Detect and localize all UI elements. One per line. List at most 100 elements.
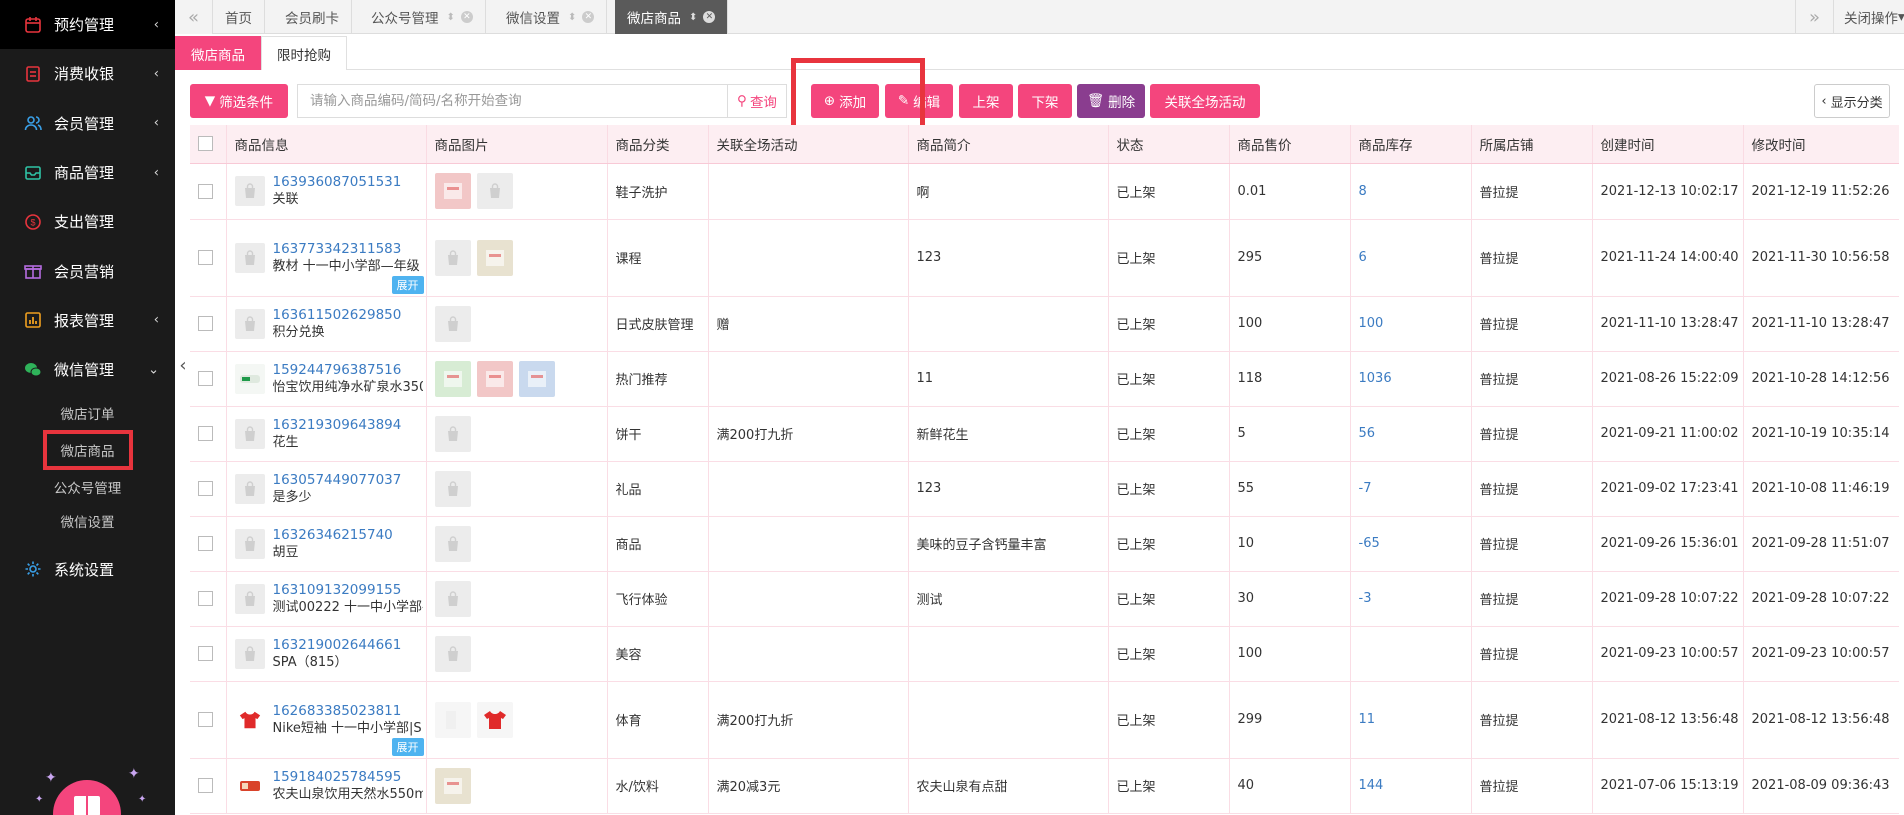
edit-button[interactable]: ✎ 编辑 — [885, 84, 953, 118]
stock-link[interactable]: -65 — [1359, 536, 1380, 551]
search-input[interactable] — [297, 84, 727, 118]
product-code-link[interactable]: 162683385023811 — [273, 703, 423, 720]
table-row[interactable]: 163611502629850 积分兑换 日式皮肤管理赠已上架 100 100 普拉提 20… — [190, 296, 1899, 352]
tab-shop-products[interactable]: 微店商品 ⬍ ✕ — [615, 0, 729, 34]
product-code-link[interactable]: 163611502629850 — [273, 307, 423, 324]
product-code-link[interactable]: 163057449077037 — [273, 472, 423, 489]
product-image-placeholder-icon[interactable] — [476, 173, 513, 209]
tab-home[interactable]: 首页 — [213, 0, 265, 34]
product-code-link[interactable]: 159244796387516 — [273, 362, 423, 379]
subtab-flash-sale[interactable]: 限时抢购 — [261, 36, 347, 70]
row-checkbox[interactable] — [198, 481, 213, 496]
stock-link[interactable]: 8 — [1359, 184, 1367, 199]
product-image-icon[interactable] — [476, 701, 513, 738]
tab-member-card[interactable]: 会员刷卡 — [273, 0, 352, 34]
product-image-placeholder-icon[interactable] — [434, 525, 471, 562]
product-image-icon[interactable] — [434, 173, 471, 209]
table-row[interactable]: 16326346215740 胡豆 商品 美味的豆子含钙量丰富 已上架 10 -65 普拉提 2… — [190, 516, 1899, 572]
stock-link[interactable]: 6 — [1359, 250, 1367, 265]
expand-button[interactable]: 展开 — [391, 737, 424, 756]
product-thumb-icon[interactable] — [234, 363, 265, 394]
row-checkbox[interactable] — [198, 712, 213, 727]
product-code-link[interactable]: 16326346215740 — [273, 527, 423, 544]
product-thumb-placeholder-icon[interactable] — [234, 242, 265, 273]
product-thumb-placeholder-icon[interactable] — [234, 583, 265, 614]
table-row[interactable]: 163109132099155 测试00222 十一中小学部- 飞行体验 测试 已上架 3… — [190, 571, 1899, 627]
close-icon[interactable]: ✕ — [460, 11, 473, 23]
product-thumb-placeholder-icon[interactable] — [234, 418, 265, 449]
filter-button[interactable]: ▼ 筛选条件 — [190, 84, 288, 118]
table-row[interactable]: 159184025784595 农夫山泉饮用天然水550ml 水/饮料 满20减3元农… — [190, 758, 1899, 814]
table-row[interactable]: 163773342311583 教材 十一中小学部—年级 展开 课程 123 已上架 295… — [190, 219, 1899, 297]
pin-icon[interactable]: ⬍ — [568, 12, 576, 23]
sidebar-sub-shop-orders[interactable]: 微店订单 — [0, 396, 175, 430]
expand-button[interactable]: 展开 — [391, 275, 424, 294]
sidebar-item-expenses[interactable]: $ 支出管理 — [0, 197, 175, 246]
product-code-link[interactable]: 163109132099155 — [273, 582, 423, 599]
product-image-icon[interactable] — [476, 360, 513, 397]
row-checkbox[interactable] — [198, 591, 213, 606]
pin-icon[interactable]: ⬍ — [689, 12, 697, 23]
sidebar-item-system-settings[interactable]: 系统设置 — [0, 544, 175, 593]
sidebar-item-members[interactable]: 会员管理 ‹ — [0, 99, 175, 148]
stock-link[interactable]: 144 — [1359, 778, 1384, 793]
header-select-all[interactable] — [190, 125, 227, 164]
delete-button[interactable]: 🗑 删除 — [1077, 84, 1145, 118]
product-thumb-placeholder-icon[interactable] — [234, 176, 265, 206]
link-activity-button[interactable]: 关联全场活动 — [1150, 84, 1260, 118]
add-button[interactable]: ⊕ 添加 — [811, 84, 879, 118]
product-thumb-icon[interactable] — [234, 704, 265, 735]
collapse-sidebar-icon[interactable]: ‹ — [176, 350, 190, 380]
sidebar-item-reports[interactable]: 报表管理 ‹ — [0, 296, 175, 345]
sidebar-item-wechat[interactable]: 微信管理 ⌄ — [0, 345, 175, 394]
table-row[interactable]: 159244796387516怡宝饮用纯净水矿泉水350m 热门推荐 11已上架11… — [190, 351, 1899, 407]
row-checkbox[interactable] — [198, 536, 213, 551]
product-code-link[interactable]: 163936087051531 — [273, 174, 423, 191]
row-checkbox[interactable] — [198, 426, 213, 441]
close-icon[interactable]: ✕ — [582, 11, 595, 23]
sidebar-item-booking[interactable]: 预约管理 ‹ — [0, 0, 175, 50]
tab-scroll-left-icon[interactable]: « — [175, 0, 213, 34]
product-code-link[interactable]: 159184025784595 — [273, 769, 423, 786]
product-image-icon[interactable] — [434, 360, 471, 397]
product-image-icon[interactable] — [434, 767, 471, 804]
product-image-icon[interactable] — [518, 360, 555, 397]
product-thumb-icon[interactable] — [234, 770, 265, 801]
sidebar-sub-official-account[interactable]: 公众号管理 — [0, 470, 175, 504]
table-row[interactable]: 162683385023811 Nike短袖 十一中小学部|S 展开 体育 满200打九… — [190, 681, 1899, 759]
show-category-button[interactable]: ‹ 显示分类 — [1814, 84, 1890, 118]
product-image-icon[interactable] — [434, 701, 471, 738]
stock-link[interactable]: 100 — [1359, 316, 1384, 331]
product-code-link[interactable]: 163773342311583 — [273, 241, 423, 258]
row-checkbox[interactable] — [198, 778, 213, 793]
close-icon[interactable]: ✕ — [703, 11, 716, 23]
stock-link[interactable]: 1036 — [1359, 371, 1392, 386]
product-thumb-placeholder-icon[interactable] — [234, 528, 265, 559]
sidebar-sub-wechat-settings[interactable]: 微信设置 — [0, 504, 175, 538]
list-on-shelf-button[interactable]: 上架 — [959, 84, 1013, 118]
product-image-placeholder-icon[interactable] — [434, 470, 471, 507]
product-image-icon[interactable] — [476, 239, 513, 276]
product-image-placeholder-icon[interactable] — [434, 580, 471, 617]
sidebar-sub-shop-products[interactable]: 微店商品 — [42, 430, 133, 471]
table-row[interactable]: 163219002644661 SPA（815） 美容 已上架 100 普拉提 2021-0… — [190, 626, 1899, 682]
sidebar-item-cashier[interactable]: 消费收银 ‹ — [0, 49, 175, 98]
close-operations-dropdown[interactable]: 关闭操作▾ — [1833, 0, 1904, 34]
product-image-placeholder-icon[interactable] — [434, 415, 471, 452]
sidebar-item-marketing[interactable]: 会员营销 — [0, 246, 175, 295]
tab-official-account[interactable]: 公众号管理 ⬍ ✕ — [359, 0, 486, 34]
product-thumb-placeholder-icon[interactable] — [234, 308, 265, 339]
tab-wechat-settings[interactable]: 微信设置 ⬍ ✕ — [494, 0, 608, 34]
take-off-shelf-button[interactable]: 下架 — [1018, 84, 1072, 118]
pin-icon[interactable]: ⬍ — [447, 12, 455, 23]
product-image-placeholder-icon[interactable] — [434, 635, 471, 672]
row-checkbox[interactable] — [198, 183, 213, 199]
search-button[interactable]: ⚲ 查询 — [727, 84, 787, 118]
sidebar-item-products[interactable]: 商品管理 ‹ — [0, 148, 175, 197]
row-checkbox[interactable] — [198, 646, 213, 661]
table-row[interactable]: 163936087051531 关联 鞋子洗护啊已上架 0.01 8 普拉提 2021-12… — [190, 163, 1899, 220]
product-code-link[interactable]: 163219002644661 — [273, 637, 423, 654]
product-thumb-placeholder-icon[interactable] — [234, 638, 265, 669]
table-row[interactable]: 163057449077037 是多少 礼品 123 已上架 55 -7 普拉提 2021-09… — [190, 461, 1899, 517]
row-checkbox[interactable] — [198, 316, 213, 331]
